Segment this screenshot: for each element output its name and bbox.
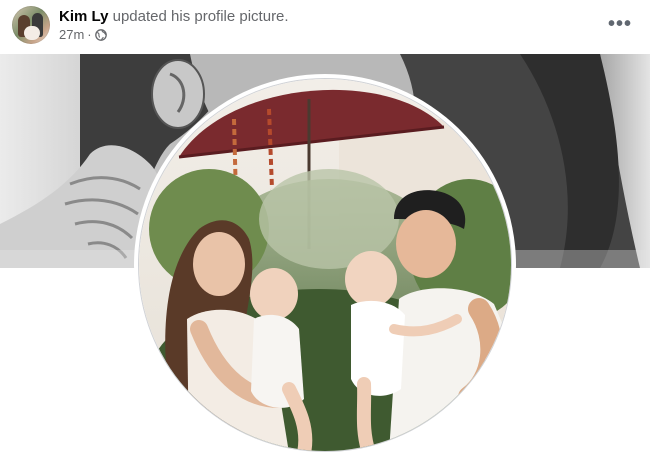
post-meta: 27m · xyxy=(59,27,107,43)
post-headline: Kim Ly updated his profile picture. xyxy=(59,7,289,26)
profile-picture-post: Kim Ly updated his profile picture. 27m … xyxy=(0,0,650,473)
globe-icon[interactable] xyxy=(94,29,107,41)
post-header: Kim Ly updated his profile picture. 27m … xyxy=(0,0,650,52)
post-action-text: updated his profile picture. xyxy=(112,8,289,25)
author-name[interactable]: Kim Ly xyxy=(59,8,108,25)
meta-separator: · xyxy=(87,27,92,42)
more-options-button[interactable]: ••• xyxy=(604,10,636,38)
profile-photo[interactable] xyxy=(138,78,512,452)
author-avatar[interactable] xyxy=(12,6,50,44)
profile-photo-image xyxy=(139,79,511,451)
post-timestamp[interactable]: 27m xyxy=(59,27,84,43)
more-options-icon: ••• xyxy=(607,13,632,35)
